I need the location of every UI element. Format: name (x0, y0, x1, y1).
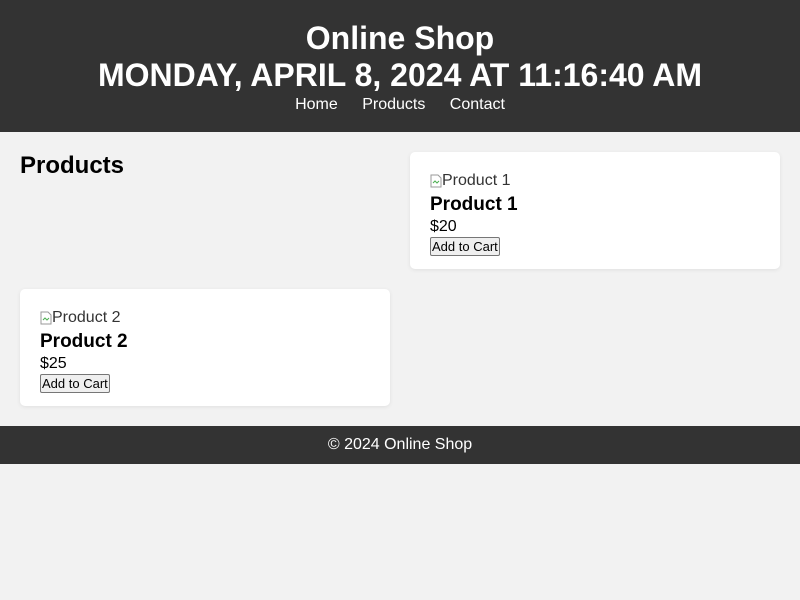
site-header: Online Shop Monday, April 8, 2024 at 11:… (0, 0, 800, 132)
product-image-alt: Product 1 (442, 172, 511, 189)
nav-link-products[interactable]: Products (362, 96, 425, 113)
product-image: Product 2 (40, 309, 120, 327)
add-to-cart-button[interactable]: Add to Cart (40, 374, 110, 393)
product-name: Product 1 (430, 194, 518, 215)
product-price: $25 (40, 355, 67, 372)
broken-image-icon (430, 174, 442, 188)
product-price: $20 (430, 218, 457, 235)
nav-link-home[interactable]: Home (295, 96, 338, 113)
footer-copyright: © 2024 Online Shop (327, 436, 473, 453)
add-to-cart-button[interactable]: Add to Cart (430, 237, 500, 256)
broken-image-icon (40, 311, 52, 325)
product-name: Product 2 (40, 331, 128, 352)
product-image-alt: Product 2 (52, 309, 121, 326)
product-card-1: Product 1 Product 1 $20 Add to Cart (410, 152, 780, 269)
site-title: Online Shop (305, 20, 495, 56)
nav-link-contact[interactable]: Contact (450, 96, 505, 113)
site-footer: © 2024 Online Shop (0, 426, 800, 464)
products-heading: Products (20, 152, 125, 179)
product-card-2: Product 2 Product 2 $25 Add to Cart (20, 289, 390, 406)
main-content: Products Product 1 Product 1 $20 Add to … (0, 132, 800, 426)
product-image: Product 1 (430, 172, 510, 190)
main-nav: Home Products Contact (0, 94, 800, 116)
current-datetime: Monday, April 8, 2024 at 11:16:40 AM (97, 57, 703, 93)
